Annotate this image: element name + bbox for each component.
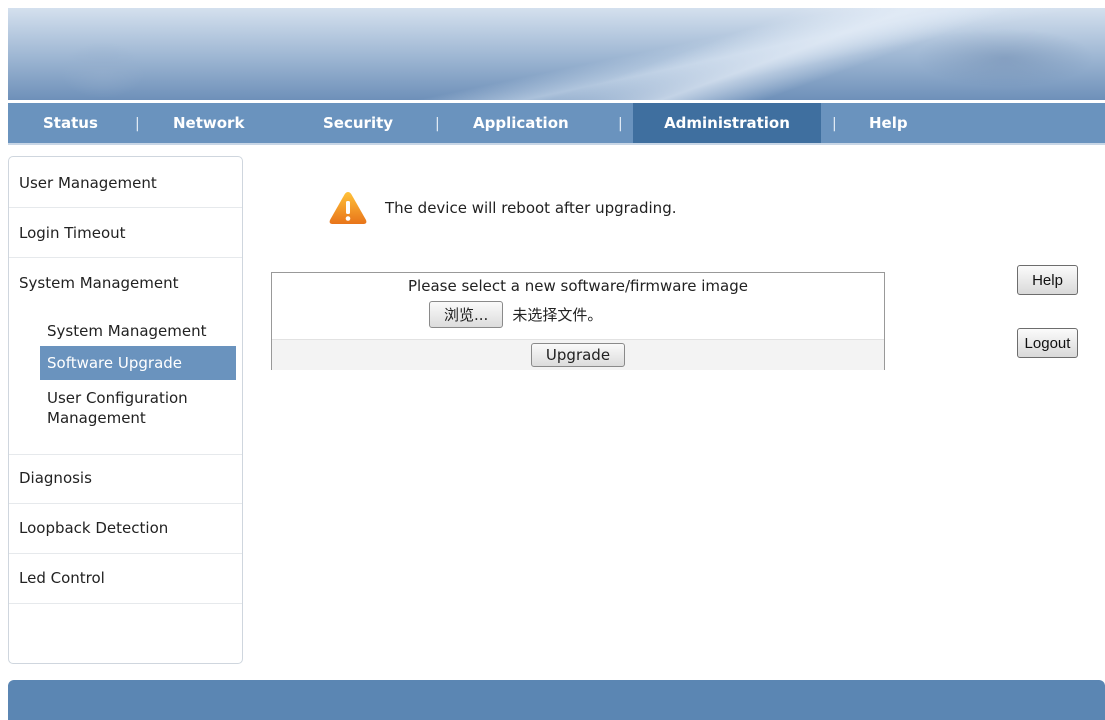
sidebar-divider xyxy=(9,257,242,258)
logout-button[interactable]: Logout xyxy=(1017,328,1078,358)
nav-separator: | xyxy=(618,116,623,132)
sidebar-subitem-user-configuration-management[interactable]: User Configuration Management xyxy=(40,388,236,428)
help-button[interactable]: Help xyxy=(1017,265,1078,295)
sidebar-divider xyxy=(9,207,242,208)
nav-tab-help[interactable]: Help xyxy=(869,103,908,143)
warning-message: The device will reboot after upgrading. xyxy=(328,190,676,226)
nav-tab-status[interactable]: Status xyxy=(43,103,98,143)
sidebar-item-led-control[interactable]: Led Control xyxy=(9,569,242,587)
file-picker: 浏览... 未选择文件。 xyxy=(429,301,602,328)
nav-tab-network[interactable]: Network xyxy=(173,103,244,143)
banner-graphic xyxy=(915,28,1095,88)
nav-separator: | xyxy=(135,116,140,132)
sidebar-item-loopback-detection[interactable]: Loopback Detection xyxy=(9,519,242,537)
upgrade-panel: Please select a new software/firmware im… xyxy=(271,272,885,370)
sidebar-subitem-software-upgrade[interactable]: Software Upgrade xyxy=(40,346,236,380)
nav-tab-administration[interactable]: Administration xyxy=(633,103,821,143)
upgrade-button[interactable]: Upgrade xyxy=(530,343,626,367)
sidebar-subitem-system-management[interactable]: System Management xyxy=(40,317,236,345)
upgrade-instructions: Please select a new software/firmware im… xyxy=(408,277,748,295)
warning-triangle-icon xyxy=(329,192,367,224)
sidebar-divider xyxy=(9,503,242,504)
sidebar-item-system-management[interactable]: System Management xyxy=(9,274,242,292)
nav-separator: | xyxy=(435,116,440,132)
nav-separator: | xyxy=(832,116,837,132)
top-nav: Status | Network Security | Application … xyxy=(8,103,1105,145)
nav-tab-application[interactable]: Application xyxy=(473,103,569,143)
sidebar-divider xyxy=(9,454,242,455)
sidebar: User Management Login Timeout System Man… xyxy=(8,156,243,664)
header-banner xyxy=(8,8,1105,100)
sidebar-divider xyxy=(9,553,242,554)
footer-bar xyxy=(8,680,1105,720)
warning-text: The device will reboot after upgrading. xyxy=(385,199,677,217)
upgrade-action-row: Upgrade xyxy=(272,339,884,370)
browse-button[interactable]: 浏览... xyxy=(429,301,504,328)
file-status-text: 未选择文件。 xyxy=(512,306,603,324)
sidebar-divider xyxy=(9,603,242,604)
sidebar-item-user-management[interactable]: User Management xyxy=(9,174,242,192)
sidebar-item-diagnosis[interactable]: Diagnosis xyxy=(9,469,242,487)
sidebar-item-login-timeout[interactable]: Login Timeout xyxy=(9,224,242,242)
nav-tab-security[interactable]: Security xyxy=(323,103,393,143)
